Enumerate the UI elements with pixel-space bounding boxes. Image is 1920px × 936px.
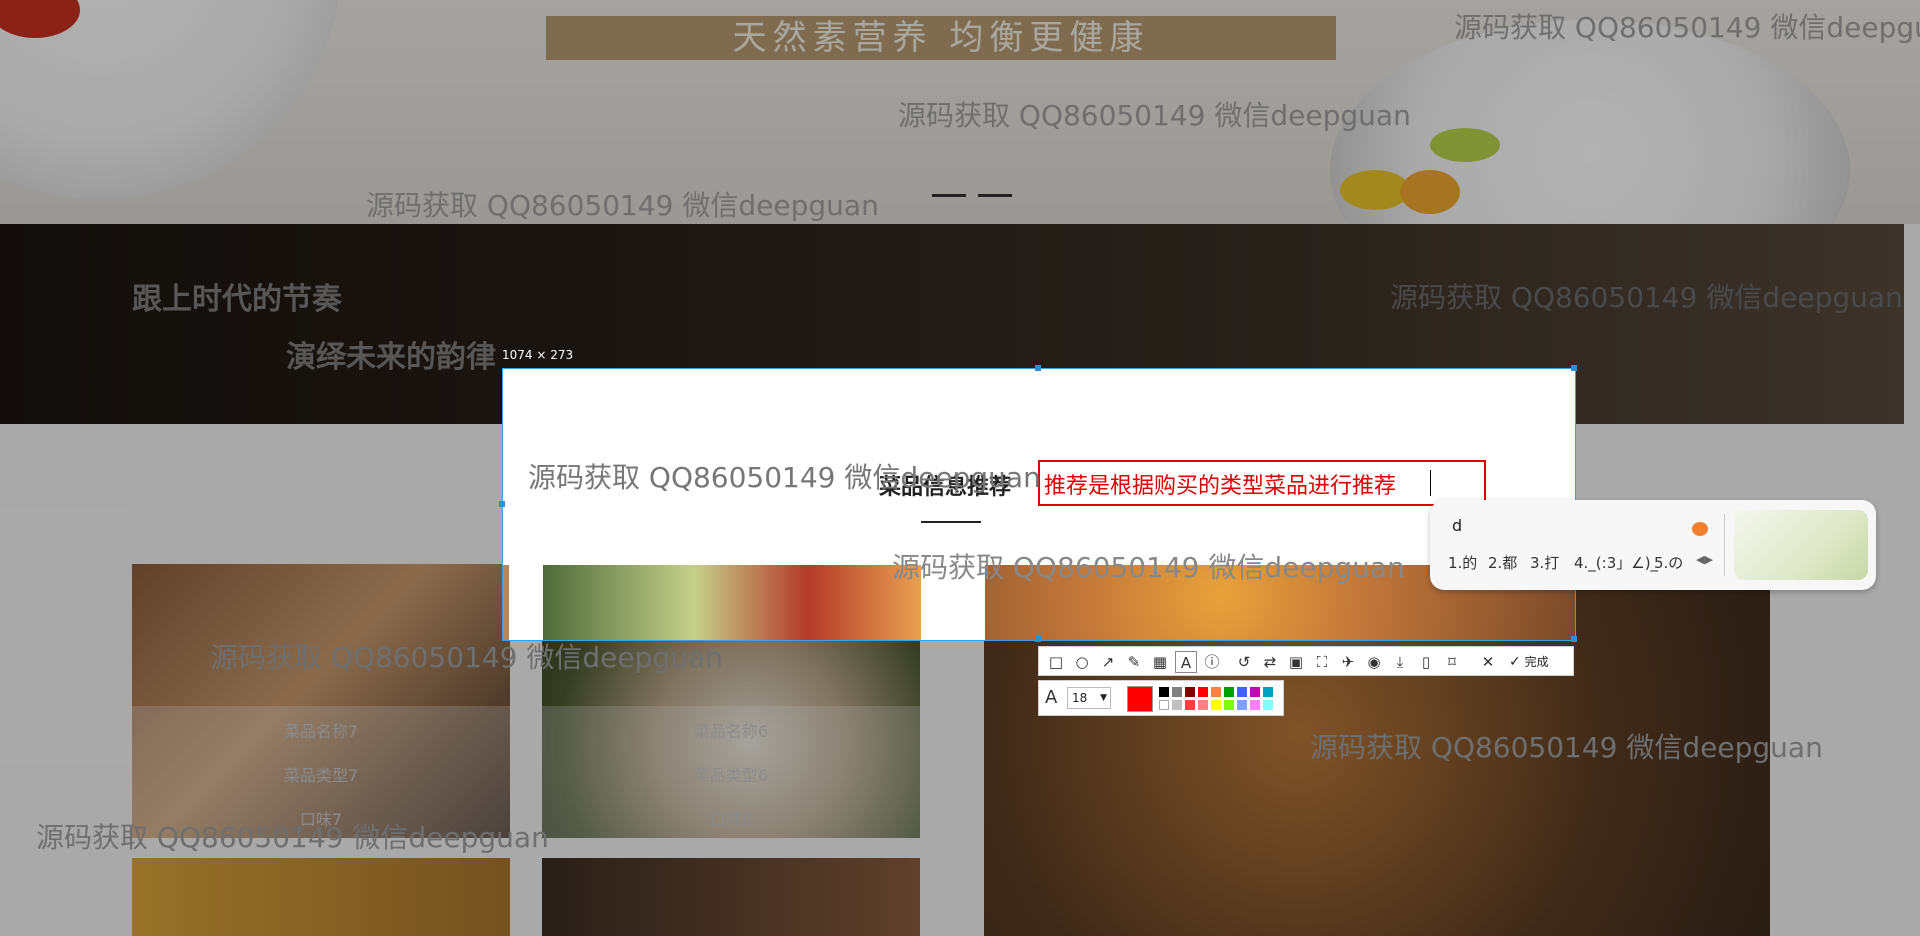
color-swatch[interactable] [1198,687,1208,697]
text-annotation[interactable]: 推荐是根据购买的类型菜品进行推荐 [1044,468,1396,500]
band-line-1: 跟上时代的节奏 [132,282,342,317]
ime-candidate[interactable]: 1.的 [1448,552,1477,573]
arrow-icon[interactable]: ↗ [1097,651,1119,673]
save-icon[interactable]: ⤓ [1389,651,1411,673]
watermark: 源码获取 QQ86050149 微信deepguan [898,99,1411,132]
resize-handle[interactable] [1035,365,1041,371]
ime-candidate[interactable]: 4._(:3」∠)_ [1574,552,1658,573]
color-swatch[interactable] [1250,700,1260,710]
lime-image [1430,128,1500,162]
ime-skin-image [1734,510,1868,580]
color-swatch[interactable] [1263,687,1273,697]
color-swatch[interactable] [1250,687,1260,697]
selected-color-swatch[interactable] [1127,686,1153,712]
watermark: 源码获取 QQ86050149 微信deepguan [1310,731,1823,764]
watermark: 源码获取 QQ86050149 微信deepguan [1454,11,1920,44]
ellipse-icon[interactable]: ○ [1071,651,1093,673]
food-card[interactable] [132,858,510,936]
ime-mascot-icon[interactable] [1692,522,1708,536]
color-swatch[interactable] [1159,700,1169,710]
chevron-down-icon: ▼ [1100,693,1107,703]
band-line-2: 演绎未来的韵律 [286,340,496,375]
watermark: 源码获取 QQ86050149 微信deepguan [892,551,1405,584]
ime-candidate[interactable]: 5.の [1654,552,1683,573]
carousel-dash[interactable] [978,194,1012,197]
watermark: 源码获取 QQ86050149 微信deepguan [366,189,879,222]
lemon-image [1400,170,1460,214]
ime-candidate[interactable]: 3.打 [1530,552,1559,573]
color-swatch[interactable] [1159,687,1169,697]
bookmark-icon[interactable]: ⌑ [1441,651,1463,673]
resize-handle[interactable] [1571,636,1577,642]
font-size-select[interactable]: 18 ▼ [1067,687,1111,709]
watermark: 源码获取 QQ86050149 微信deepguan [36,821,549,854]
ime-page-arrows[interactable]: ◀▶ [1696,553,1713,566]
ime-divider [1724,514,1725,576]
font-size-value: 18 [1072,691,1088,705]
card-dish-type: 菜品类型7 [283,766,359,785]
watermark: 源码获取 QQ86050149 微信deepguan [210,641,723,674]
card-dish-name: 菜品名称6 [693,722,769,741]
color-swatch[interactable] [1198,700,1208,710]
food-card[interactable] [542,858,920,936]
text-cursor [1430,470,1431,496]
carousel-dash[interactable] [932,194,966,197]
color-swatch[interactable] [1237,687,1247,697]
done-button[interactable]: ✓ 完成 [1509,651,1549,673]
banner-slogan: 天然素营养 均衡更健康 [546,16,1336,60]
color-swatch[interactable] [1263,700,1273,710]
check-icon: ✓ [1509,654,1521,670]
text-icon[interactable]: A [1175,651,1197,673]
color-swatch[interactable] [1211,687,1221,697]
color-swatch[interactable] [1224,687,1234,697]
watermark: 源码获取 QQ86050149 微信deepguan [528,461,1041,494]
long-screenshot-icon[interactable]: ⛶ [1311,651,1333,673]
ime-input[interactable]: d [1452,516,1462,535]
number-icon[interactable]: ⓘ [1201,651,1223,673]
selection-size-label: 1074 × 273 [502,348,574,362]
text-annotation-box[interactable]: 推荐是根据购买的类型菜品进行推荐 [1038,460,1486,506]
done-label: 完成 [1524,655,1549,669]
color-swatch[interactable] [1211,700,1221,710]
food-card [503,565,509,640]
screenshot-toolbar: □ ○ ↗ ✎ ▦ A ⓘ ↺ ⇄ ▣ ⛶ ✈ ◉ ⤓ ▯ ⌑ ✕ ✓ 完成 [1038,646,1574,676]
text-style-bar: A 18 ▼ [1038,680,1284,716]
section-title-underline [921,521,981,523]
ocr-icon[interactable]: ▣ [1285,651,1307,673]
color-swatch[interactable] [1185,687,1195,697]
card-dish-name: 菜品名称7 [283,722,359,741]
color-swatch[interactable] [1237,700,1247,710]
ime-candidate-window: d 1.的 2.都 3.打 4._(:3」∠)_ 5.の ◀▶ [1430,500,1876,590]
close-icon[interactable]: ✕ [1477,651,1499,673]
resize-handle[interactable] [1035,636,1041,642]
undo-icon[interactable]: ↺ [1233,651,1255,673]
mosaic-icon[interactable]: ▦ [1149,651,1171,673]
card-dish-taste: 口味6 [709,810,753,829]
resize-handle[interactable] [1571,365,1577,371]
color-swatch[interactable] [1224,700,1234,710]
watermark: 源码获取 QQ86050149 微信deepguan [1390,281,1903,314]
color-swatch[interactable] [1172,700,1182,710]
color-swatch[interactable] [1185,700,1195,710]
mobile-icon[interactable]: ▯ [1415,651,1437,673]
ime-candidate[interactable]: 2.都 [1488,552,1517,573]
translate-icon[interactable]: ⇄ [1259,651,1281,673]
color-palette [1159,687,1279,711]
color-swatch[interactable] [1172,687,1182,697]
resize-handle[interactable] [499,501,505,507]
font-size-icon: A [1045,687,1058,708]
rectangle-icon[interactable]: □ [1045,651,1067,673]
pen-icon[interactable]: ✎ [1123,651,1145,673]
card-dish-type: 菜品类型6 [693,766,769,785]
food-card [543,565,921,640]
pin-icon[interactable]: ✈ [1337,651,1359,673]
record-icon[interactable]: ◉ [1363,651,1385,673]
food-card[interactable]: 菜品名称7 菜品类型7 口味7 [132,564,510,838]
